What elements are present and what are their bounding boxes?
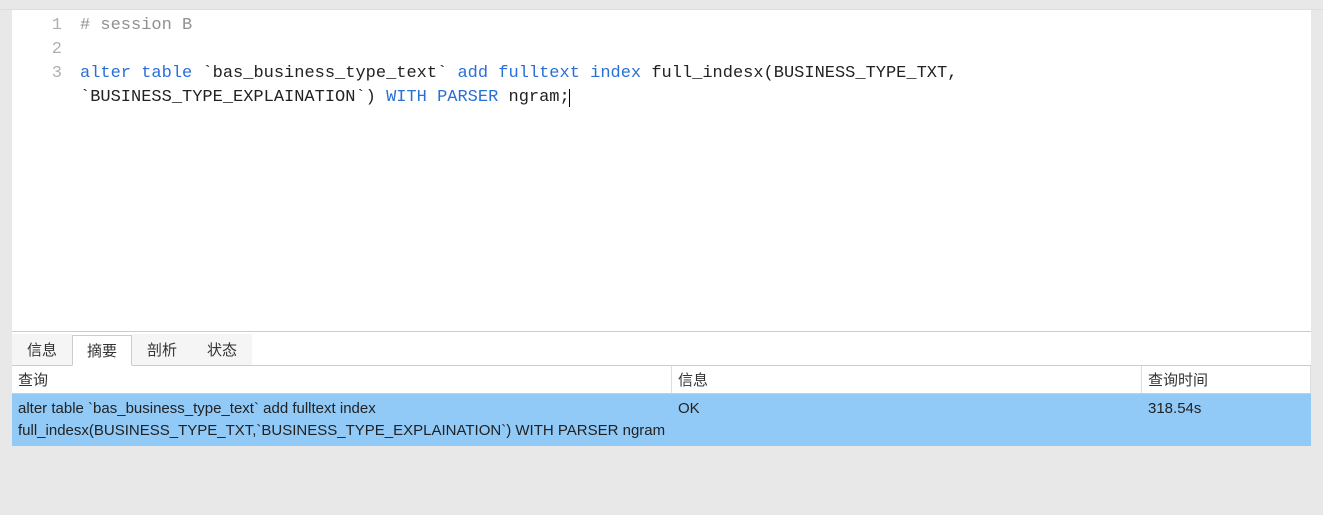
code-token: full_indesx(BUSINESS_TYPE_TXT, <box>651 64 957 83</box>
code-token <box>376 88 386 107</box>
line-number: 3 <box>12 62 62 86</box>
code-token: ngram <box>509 88 560 107</box>
code-token <box>192 64 202 83</box>
tab-2[interactable]: 剖析 <box>132 334 192 365</box>
code-token: `BUSINESS_TYPE_EXPLAINATION` <box>80 88 366 107</box>
code-token <box>580 64 590 83</box>
code-area[interactable]: # session B alter table `bas_business_ty… <box>72 10 1311 331</box>
cell-time: 318.54s <box>1142 394 1311 446</box>
code-token: table <box>141 64 192 83</box>
code-token <box>427 88 437 107</box>
cell-query: alter table `bas_business_type_text` add… <box>12 394 672 446</box>
toolbar-strip <box>0 0 1323 10</box>
cell-info: OK <box>672 394 1142 446</box>
code-token: alter <box>80 64 131 83</box>
line-gutter: 123 <box>12 10 72 331</box>
header-info[interactable]: 信息 <box>672 366 1142 393</box>
code-token: PARSER <box>437 88 498 107</box>
code-token <box>131 64 141 83</box>
code-token: fulltext <box>498 64 580 83</box>
tab-1[interactable]: 摘要 <box>72 335 132 366</box>
code-token <box>488 64 498 83</box>
code-token: WITH <box>386 88 427 107</box>
code-token <box>498 88 508 107</box>
code-token: # session B <box>80 16 192 35</box>
result-table: 查询 信息 查询时间 alter table `bas_business_typ… <box>12 366 1311 446</box>
code-token: `bas_business_type_text` <box>202 64 447 83</box>
sql-editor[interactable]: 123 # session B alter table `bas_busines… <box>12 10 1311 332</box>
code-token <box>447 64 457 83</box>
tab-3[interactable]: 状态 <box>192 334 252 365</box>
result-tabs: 信息摘要剖析状态 <box>12 332 1311 366</box>
table-row[interactable]: alter table `bas_business_type_text` add… <box>12 394 1311 446</box>
text-cursor <box>569 89 570 107</box>
line-number: 1 <box>12 14 62 38</box>
code-line: alter table `bas_business_type_text` add… <box>80 62 1311 110</box>
line-number: 2 <box>12 38 62 62</box>
code-token: add <box>457 64 488 83</box>
result-header-row: 查询 信息 查询时间 <box>12 366 1311 394</box>
header-query[interactable]: 查询 <box>12 366 672 393</box>
code-token <box>641 64 651 83</box>
tab-0[interactable]: 信息 <box>12 334 72 365</box>
code-line: # session B <box>80 14 1311 38</box>
code-token: ) <box>366 88 376 107</box>
code-line <box>80 38 1311 62</box>
code-token: index <box>590 64 641 83</box>
header-time[interactable]: 查询时间 <box>1142 366 1311 393</box>
